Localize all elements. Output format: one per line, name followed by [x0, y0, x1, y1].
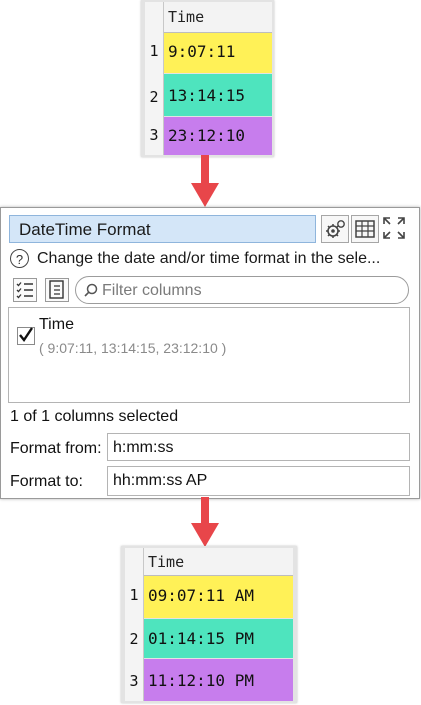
table-view-button[interactable] [351, 215, 379, 243]
column-header-time[interactable]: Time [144, 548, 293, 576]
maximize-icon [383, 217, 405, 239]
select-all-button[interactable] [13, 278, 37, 302]
format-to-field[interactable]: hh:mm:ss AP [107, 466, 410, 496]
column-values: ( 9:07:11, 13:14:15, 23:12:10 ) [39, 340, 227, 356]
down-arrow-icon [191, 497, 219, 547]
maximize-button[interactable] [381, 215, 407, 241]
help-text: Change the date and/or time format in th… [37, 250, 381, 267]
deselect-button[interactable] [45, 278, 69, 302]
row-number: 1 [129, 586, 139, 604]
datetime-format-panel: DateTime Format ? Change the date and/or… [0, 207, 420, 499]
help-icon[interactable]: ? [10, 249, 29, 268]
column-name[interactable]: Time [39, 316, 74, 334]
column-header-label: Time [148, 553, 185, 571]
select-all-icon [16, 282, 33, 299]
row-number: 3 [129, 672, 139, 690]
column-checkbox[interactable] [17, 327, 35, 345]
table-cell[interactable]: 13:14:15 [164, 74, 272, 116]
filter-columns-input[interactable]: Filter columns [75, 276, 409, 304]
table-cell[interactable]: 9:07:11 [164, 33, 272, 73]
format-to-label: Format to: [10, 473, 83, 490]
settings-button[interactable] [321, 215, 349, 243]
search-icon [84, 283, 98, 297]
row-number: 2 [129, 630, 139, 648]
row-number: 3 [149, 126, 159, 144]
panel-title-bar[interactable]: DateTime Format [9, 215, 316, 243]
table-cell[interactable]: 23:12:10 [164, 117, 272, 155]
selected-count: 1 of 1 columns selected [10, 408, 179, 425]
filter-placeholder: Filter columns [102, 282, 202, 299]
down-arrow-icon [191, 155, 219, 207]
settings-gears-icon [326, 220, 345, 238]
checkmark-icon [19, 327, 33, 343]
column-header-time[interactable]: Time [164, 2, 272, 33]
table-view-icon [355, 220, 375, 238]
table-cell[interactable]: 09:07:11 AM [144, 576, 293, 618]
table-cell[interactable]: 01:14:15 PM [144, 619, 293, 658]
table-cell[interactable]: 11:12:10 PM [144, 659, 293, 701]
panel-title: DateTime Format [19, 220, 151, 239]
row-number: 1 [149, 42, 159, 60]
deselect-icon [49, 280, 64, 299]
column-header-label: Time [168, 8, 205, 26]
format-from-label: Format from: [10, 440, 102, 457]
column-list: Time ( 9:07:11, 13:14:15, 23:12:10 ) [8, 307, 410, 403]
format-from-field[interactable]: h:mm:ss [107, 433, 410, 461]
row-number: 2 [149, 88, 159, 106]
